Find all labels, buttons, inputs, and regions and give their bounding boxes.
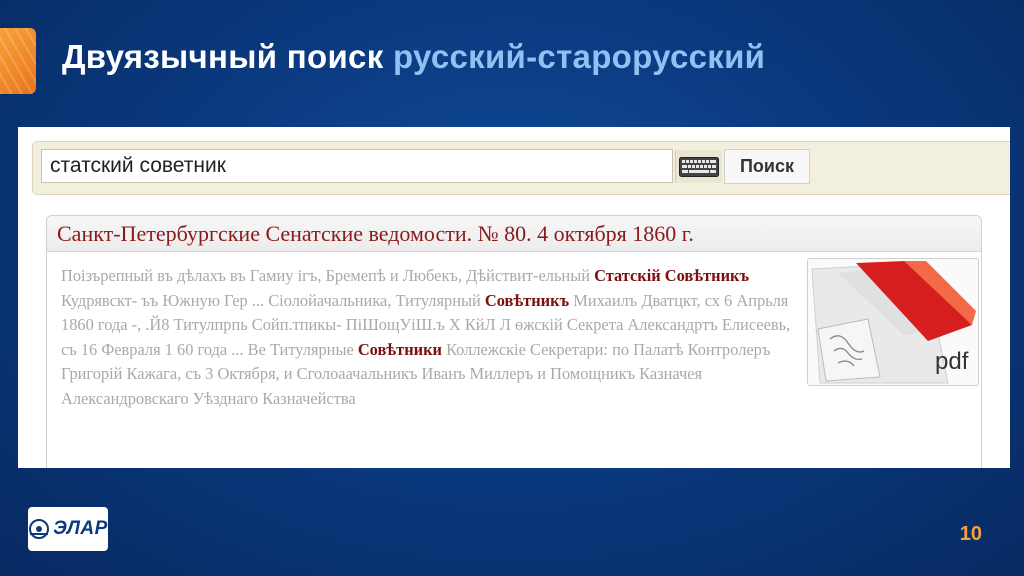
search-bar: Поиск <box>32 141 1010 195</box>
snippet-match: Совѣтникъ <box>484 290 570 310</box>
logo-text: ЭЛАР <box>53 518 108 539</box>
slide-title: Двуязычный поиск русский-старорусский <box>62 38 765 76</box>
search-result-card: Санкт-Петербургские Сенатские ведомости.… <box>46 215 982 468</box>
pdf-label: pdf <box>935 348 969 375</box>
search-screenshot: Поиск Санкт-Петербургские Сенатские ведо… <box>18 127 1010 468</box>
result-snippet: Поізърепный въ дѣлахъ въ Гамиу ігъ, Брем… <box>61 264 801 412</box>
search-input[interactable] <box>41 149 673 183</box>
snippet-text: Поізърепный въ дѣлахъ въ Гамиу ігъ, Брем… <box>61 266 595 285</box>
accent-tab <box>0 28 36 94</box>
keyboard-icon <box>679 156 719 177</box>
slide-title-main: Двуязычный поиск <box>62 38 384 75</box>
snippet-match: Совѣтники <box>357 339 442 359</box>
pdf-icon: pdf <box>811 261 976 384</box>
slide-title-highlight: русский-старорусский <box>392 38 766 75</box>
page-number: 10 <box>959 523 982 545</box>
elar-logo: ЭЛАР <box>28 507 108 551</box>
snippet-match: Статскій Совѣтникъ <box>594 266 750 285</box>
pdf-thumbnail[interactable]: pdf <box>807 258 979 386</box>
search-button[interactable]: Поиск <box>724 149 810 184</box>
virtual-keyboard-button[interactable] <box>675 150 722 183</box>
result-header: Санкт-Петербургские Сенатские ведомости.… <box>47 216 981 252</box>
snippet-text: Кудрявскт- ъъ Южную Гер ... Сіолойачальн… <box>61 290 485 310</box>
logo-mark-icon <box>29 519 50 539</box>
result-title-link[interactable]: Санкт-Петербургские Сенатские ведомости.… <box>57 221 694 246</box>
